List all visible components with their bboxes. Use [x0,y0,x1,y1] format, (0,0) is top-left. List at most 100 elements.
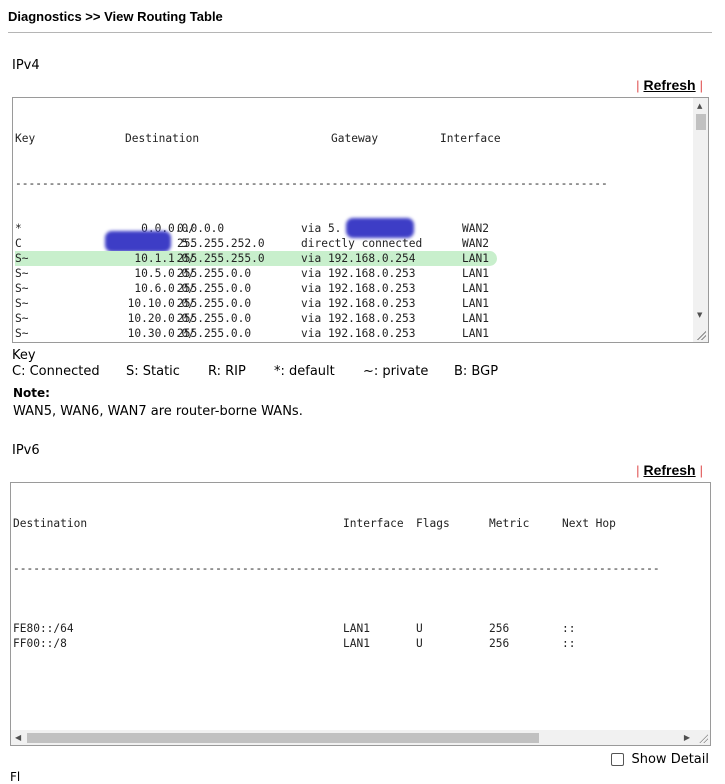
route-key: * [15,222,22,235]
legend-item: S: Static [126,364,180,379]
ipv4-refresh-link[interactable]: Refresh [643,77,695,93]
legend-item: C: Connected [12,364,100,379]
route-mask: 255.255.255.0 [177,341,265,342]
route-gateway: via 192.168.0.253 [301,327,416,340]
route-key: C~ [15,341,28,342]
col-gateway-header: Gateway [331,132,379,145]
scrollbar-thumb[interactable] [27,733,539,743]
route-flags: U [416,622,423,635]
col-next-hop-header: Next Hop [562,517,616,530]
route-gateway: directly connected [301,237,423,250]
route-destination: FE80::/64 [13,622,74,635]
ipv6-table-content: Destination Interface Flags Metric Next … [13,486,708,681]
show-detail-control[interactable]: Show Detail [611,752,709,767]
ipv4-vertical-scrollbar[interactable]: ▲ ▼ [693,98,708,342]
route-mask: 255.255.255.0 [177,252,265,265]
col-destination-header: Destination [125,132,200,145]
ipv6-separator: ----------------------------------------… [13,562,660,575]
route-next-hop: :: [562,637,576,650]
note-heading: Note: [13,386,50,400]
route-flags: U [416,637,423,650]
ipv4-route-row: S~ 10.6.0.0/255.255.0.0 via 192.168.0.253 L… [15,281,691,296]
ipv4-table-content: Key Destination Gateway Interface ------… [15,101,691,342]
ipv6-refresh-link[interactable]: Refresh [643,462,695,478]
ipv4-route-row: C~192.168.0.0/255.255.255.0directly conn… [15,341,691,342]
route-mask: 255.255.0.0 [177,297,252,310]
page-title: Diagnostics >> View Routing Table [8,9,223,24]
show-detail-label[interactable]: Show Detail [631,752,709,767]
route-mask: 255.255.252.0 [177,237,265,250]
pipe-separator: | [699,463,703,478]
route-interface: LAN1 [343,637,370,650]
ipv4-route-row: S~ 10.10.0.0/255.255.0.0 via 192.168.0.253… [15,296,691,311]
ipv6-header-row: Destination Interface Flags Metric Next … [13,516,708,531]
checkbox-icon[interactable] [611,753,625,766]
legend-item: ~: private [363,364,429,379]
scroll-up-arrow-icon[interactable]: ▲ [697,102,702,110]
route-next-hop: :: [562,622,576,635]
route-key: S~ [15,312,29,325]
route-key: S~ [15,327,29,340]
ipv4-routing-table[interactable]: Key Destination Gateway Interface ------… [12,97,709,343]
resize-grip-icon[interactable] [698,733,708,743]
legend-title: Key [12,348,36,363]
ipv4-header-row: Key Destination Gateway Interface [15,131,691,146]
route-gateway: directly connected [301,341,422,342]
scroll-left-arrow-icon[interactable]: ◀ [15,733,21,742]
route-gateway: via 192.168.0.253 [301,297,416,310]
route-key: S~ [15,252,29,265]
route-mask: 255.255.0.0 [177,267,252,280]
pipe-separator: | [636,78,640,93]
route-metric: 256 [489,637,510,650]
col-key-header: Key [15,132,36,145]
ipv6-refresh-bar: | Refresh | [632,462,707,478]
scroll-right-arrow-icon[interactable]: ▶ [684,733,690,742]
route-gateway: via 192.168.0.253 [301,312,416,325]
route-gateway: via 192.168.0.254 [301,252,416,265]
route-metric: 256 [489,622,510,635]
route-mask: 255.255.0.0 [177,312,252,325]
legend-item: *: default [274,364,335,379]
route-gateway: via 5. [301,222,342,235]
ipv4-separator: ----------------------------------------… [15,177,608,190]
route-gateway: via 192.168.0.253 [301,282,416,295]
ipv6-route-row: FF00::/8 LAN1 U 256:: [13,636,708,651]
route-key: C [15,237,22,250]
route-interface: LAN1 [343,622,370,635]
route-interface: LAN1 [462,252,489,265]
route-interface: LAN1 [462,297,489,310]
ipv6-route-row: FE80::/64 LAN1 U 256:: [13,621,708,636]
col-metric-header: Metric [489,517,530,530]
ipv4-route-row: S~ 10.30.0.0/255.255.0.0 via 192.168.0.253… [15,326,691,341]
legend-item: R: RIP [208,364,246,379]
route-interface: LAN1 [462,282,489,295]
truncated-text: Fl [10,770,21,784]
scrollbar-thumb[interactable] [696,114,706,130]
col-interface-header: Interface [343,517,404,530]
legend-item: B: BGP [454,364,499,379]
ipv4-route-row: S~ 10.5.0.0/255.255.0.0 via 192.168.0.253 L… [15,266,691,281]
redaction-mark [105,231,171,252]
ipv4-route-row: S~ 10.20.0.0/255.255.0.0 via 192.168.0.253… [15,311,691,326]
ipv4-route-row: C 5. 255.255.252.0 directly connected WAN2 [15,231,691,252]
route-destination: FF00::/8 [13,637,67,650]
ipv6-horizontal-scrollbar[interactable]: ◀ ▶ [11,730,710,745]
route-mask: 255.255.0.0 [177,327,252,340]
pipe-separator: | [699,78,703,93]
route-mask: 0.0.0.0 [177,222,225,235]
route-interface: LAN1 [462,327,489,340]
ipv6-routing-table[interactable]: Destination Interface Flags Metric Next … [10,482,711,746]
ipv4-section-label: IPv4 [12,58,40,73]
ipv6-section-label: IPv6 [12,443,40,458]
ipv4-route-row: S~ 10.1.1.0/255.255.255.0 via 192.168.0.25… [15,251,691,266]
route-interface: WAN2 [462,237,489,250]
ipv6-rows: FE80::/64 LAN1 U 256:: FF00::/8 LAN1 U 256:: [13,606,708,651]
pipe-separator: | [636,463,640,478]
note-text: WAN5, WAN6, WAN7 are router-borne WANs. [13,404,303,419]
scroll-down-arrow-icon[interactable]: ▼ [697,311,702,319]
resize-grip-icon[interactable] [696,330,706,340]
route-interface: LAN1 [462,267,489,280]
route-interface: WAN2 [462,222,489,235]
legend-items: C: Connected S: Static R: RIP *: default… [12,364,612,382]
